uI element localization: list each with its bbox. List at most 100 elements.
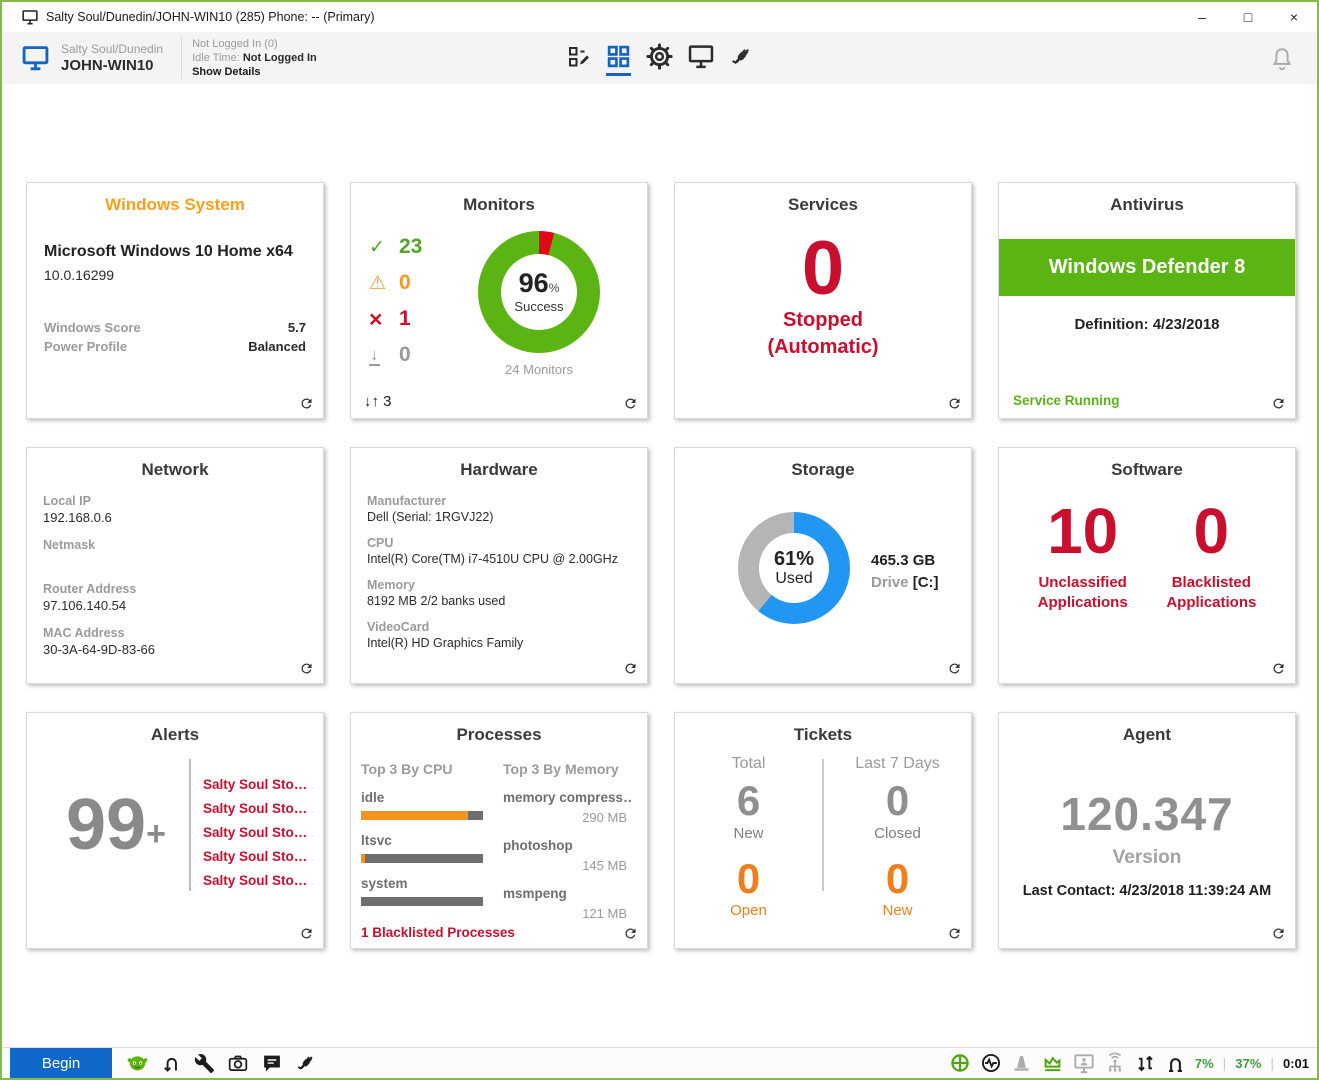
services-automatic-label: (Automatic): [675, 334, 971, 361]
cpu-percent: 7%: [1195, 1056, 1214, 1071]
storage-size: 465.3 GB: [871, 550, 939, 572]
disabled-download-icon: ↓: [369, 344, 399, 366]
tile-software: Software 10 UnclassifiedApplications 0 B…: [998, 447, 1296, 684]
repeat-icon[interactable]: [1135, 1053, 1156, 1074]
failed-x-icon: ×: [369, 306, 399, 333]
computer-summary: Salty Soul/Dunedin JOHN-WIN10: [22, 42, 163, 74]
edit-tiles-icon[interactable]: [567, 45, 591, 76]
antivirus-definition-date: Definition: 4/23/2018: [999, 316, 1295, 333]
alert-link[interactable]: Salty Soul Sto…: [203, 845, 315, 869]
tickets-open-label: Open: [675, 902, 822, 919]
alerts-count-plus: +: [146, 815, 166, 853]
refresh-icon[interactable]: [299, 396, 314, 411]
alert-link[interactable]: Salty Soul Sto…: [203, 869, 315, 893]
tile-title: Tickets: [675, 725, 971, 745]
check-icon: ✓: [369, 236, 399, 259]
drive-label: Drive: [871, 574, 909, 591]
minimize-button[interactable]: –: [1179, 2, 1225, 32]
monitors-failed-count[interactable]: 1: [399, 307, 411, 331]
tile-network: Network Local IP192.168.0.6 Netmask Rout…: [26, 447, 324, 684]
power-plug-icon[interactable]: [295, 1052, 317, 1074]
remote-desktop-icon[interactable]: [1073, 1053, 1095, 1074]
tile-title: Software: [999, 460, 1295, 480]
wrench-icon[interactable]: [194, 1053, 215, 1074]
alerts-count[interactable]: 99+: [41, 789, 191, 861]
refresh-icon[interactable]: [623, 926, 638, 941]
refresh-icon[interactable]: [1271, 926, 1286, 941]
services-stopped-count[interactable]: 0: [675, 231, 971, 307]
blacklisted-label-line1: Blacklisted: [1172, 574, 1251, 591]
show-details-link[interactable]: Show Details: [192, 65, 317, 79]
refresh-icon[interactable]: [299, 926, 314, 941]
memory-process-value: 145 MB: [503, 858, 631, 873]
tile-title: Agent: [999, 725, 1295, 745]
agent-version: 120.347: [999, 787, 1295, 841]
magnet-icon[interactable]: [1165, 1053, 1186, 1074]
tile-tickets: Tickets Total 6 New 0 Open Last 7 Days 0…: [674, 712, 972, 949]
refresh-icon[interactable]: [947, 926, 962, 941]
activity-icon[interactable]: [980, 1052, 1002, 1074]
refresh-icon[interactable]: [623, 396, 638, 411]
memory-process-name: memory compress…: [503, 790, 631, 805]
unclassified-label-line1: Unclassified: [1038, 574, 1126, 591]
manufacturer-value: Dell (Serial: 1RGVJ22): [367, 510, 631, 525]
tickets-week-new-count[interactable]: 0: [824, 856, 971, 902]
tickets-total-header: Total: [675, 755, 822, 773]
remote-monitor-icon[interactable]: [688, 45, 714, 76]
tile-view-icon[interactable]: [606, 44, 631, 76]
alert-link[interactable]: Salty Soul Sto…: [203, 821, 315, 845]
camera-icon[interactable]: [227, 1053, 249, 1074]
tickets-closed-count[interactable]: 0: [824, 777, 971, 825]
memory-label: Memory: [367, 578, 631, 592]
tickets-new-count[interactable]: 6: [675, 777, 822, 825]
blacklisted-processes-link[interactable]: 1 Blacklisted Processes: [361, 925, 515, 940]
automate-mascot-icon[interactable]: [126, 1053, 149, 1074]
monitors-disabled-count[interactable]: 0: [399, 343, 411, 367]
unclassified-apps-block[interactable]: 10 UnclassifiedApplications: [1038, 498, 1128, 614]
windows-score-label: Windows Score: [44, 319, 141, 338]
chat-icon[interactable]: [261, 1053, 283, 1074]
refresh-icon[interactable]: [947, 661, 962, 676]
cone-icon[interactable]: [1011, 1053, 1032, 1074]
cpu-value: Intel(R) Core(TM) i7-4510U CPU @ 2.00GHz: [367, 552, 631, 567]
monitors-warning-count[interactable]: 0: [399, 271, 411, 295]
refresh-icon[interactable]: [299, 661, 314, 676]
cpu-bar: [361, 854, 483, 863]
netmask-label: Netmask: [43, 538, 307, 552]
monitors-success-count[interactable]: 23: [399, 235, 422, 259]
tickets-new-label: New: [675, 825, 822, 842]
windows-score-value: 5.7: [288, 319, 306, 338]
videocard-label: VideoCard: [367, 620, 631, 634]
refresh-icon[interactable]: [1271, 661, 1286, 676]
alerts-count-number: 99: [66, 785, 146, 865]
settings-gear-icon[interactable]: [646, 43, 673, 77]
idle-time-label: Idle Time:: [192, 52, 240, 64]
power-profile-label: Power Profile: [44, 338, 127, 357]
tile-title: Services: [675, 195, 971, 215]
tickets-closed-label: Closed: [824, 825, 971, 842]
power-plug-icon[interactable]: [729, 44, 754, 76]
blacklisted-apps-block[interactable]: 0 BlacklistedApplications: [1166, 498, 1256, 614]
alert-link[interactable]: Salty Soul Sto…: [203, 797, 315, 821]
crown-chart-icon[interactable]: [1041, 1052, 1064, 1074]
computer-icon: [22, 46, 49, 71]
tickets-open-count[interactable]: 0: [675, 856, 822, 902]
begin-button[interactable]: Begin: [10, 1048, 112, 1078]
alert-link[interactable]: Salty Soul Sto…: [203, 773, 315, 797]
computer-icon: [22, 10, 38, 25]
tile-title: Monitors: [351, 195, 647, 215]
redo-arrow-icon[interactable]: [161, 1053, 182, 1074]
refresh-icon[interactable]: [1271, 396, 1286, 411]
idle-time-value: Not Logged In: [243, 52, 317, 64]
refresh-icon[interactable]: [623, 661, 638, 676]
network-antenna-icon[interactable]: [1104, 1052, 1126, 1074]
refresh-icon[interactable]: [947, 396, 962, 411]
close-button[interactable]: ×: [1271, 2, 1317, 32]
computer-name: JOHN-WIN10: [61, 57, 163, 74]
bell-icon[interactable]: [1269, 46, 1295, 74]
target-icon[interactable]: [949, 1052, 971, 1074]
antivirus-product-banner[interactable]: Windows Defender 8: [999, 239, 1295, 296]
tile-storage: Storage 61% Used 465.3 GB Drive [C:]: [674, 447, 972, 684]
maximize-button[interactable]: □: [1225, 2, 1271, 32]
monitors-success-pct: 96: [519, 268, 549, 298]
